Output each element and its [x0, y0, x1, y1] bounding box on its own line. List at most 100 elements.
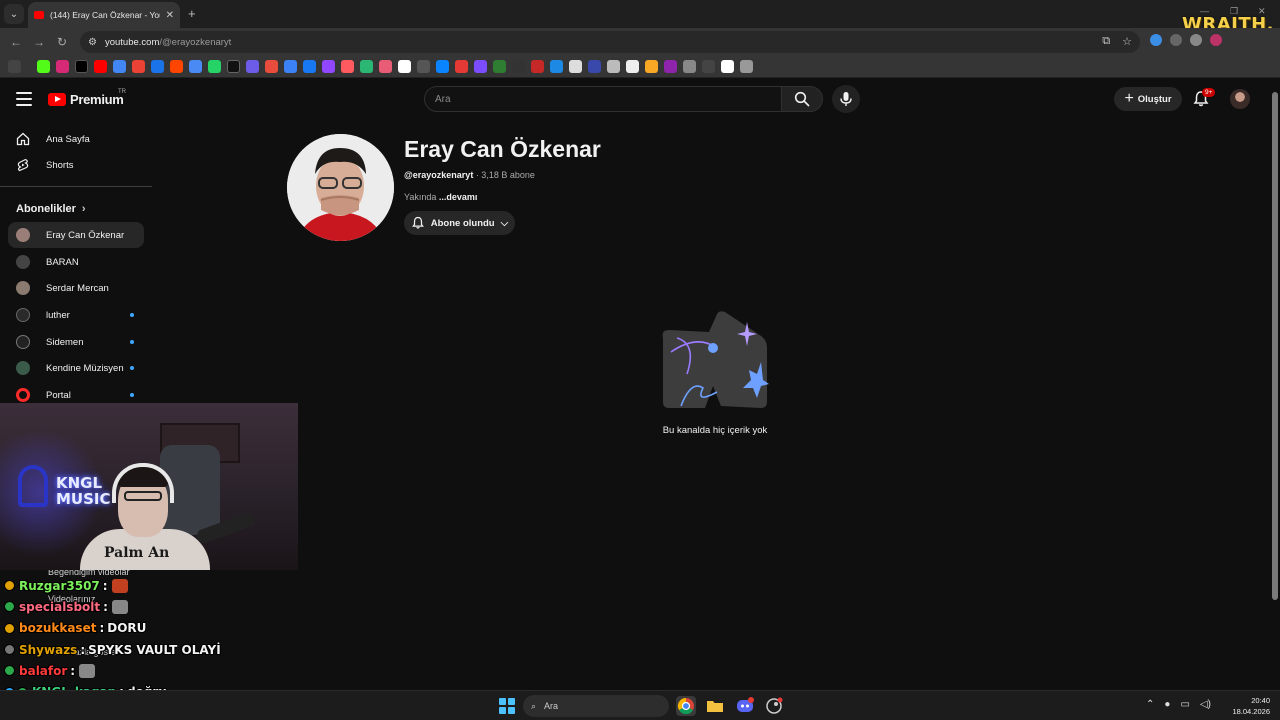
search-icon: ⌕	[531, 700, 537, 711]
bookmark-icon[interactable]	[702, 60, 715, 73]
network-icon[interactable]: ▭	[1180, 699, 1189, 710]
webcam-overlay: KNGL MUSIC Palm An	[0, 403, 298, 570]
bookmark-icon[interactable]	[284, 60, 297, 73]
bookmark-icon[interactable]	[740, 60, 753, 73]
extension-icon[interactable]	[1170, 34, 1182, 46]
bookmark-icon[interactable]	[721, 60, 734, 73]
guide-menu-icon[interactable]	[16, 92, 32, 106]
bookmark-icon[interactable]	[341, 60, 354, 73]
page-scrollbar[interactable]	[1270, 80, 1280, 690]
scrollbar-thumb[interactable]	[1272, 92, 1278, 600]
steam-taskbar-icon[interactable]	[764, 696, 784, 716]
bookmark-icon[interactable]	[683, 60, 696, 73]
profile-icon[interactable]	[1210, 34, 1222, 46]
bookmark-icon[interactable]	[398, 60, 411, 73]
bookmark-icon[interactable]	[436, 60, 449, 73]
chat-message: balafor:	[4, 660, 304, 681]
close-icon[interactable]: ✕	[166, 10, 174, 21]
bookmark-icon[interactable]	[379, 60, 392, 73]
bookmark-icon[interactable]	[588, 60, 601, 73]
x-bookmark-icon[interactable]	[75, 60, 88, 73]
voice-search-button[interactable]	[832, 85, 860, 113]
microphone-icon[interactable]: ●	[1164, 699, 1170, 710]
subscribed-button[interactable]: Abone olundu ⌵	[404, 211, 515, 235]
chevron-up-icon[interactable]: ⌃	[1146, 699, 1154, 710]
tab-search-button[interactable]: ⌄	[4, 4, 24, 24]
volume-icon[interactable]: ◁)	[1200, 699, 1211, 710]
reddit-bookmark-icon[interactable]	[170, 60, 183, 73]
sidebar-subscription[interactable]: BARAN	[8, 249, 144, 275]
notifications-button[interactable]: 9+	[1192, 88, 1216, 110]
new-tab-icon[interactable]: +	[188, 6, 196, 21]
apps-grid-icon[interactable]	[8, 60, 21, 73]
bookmark-icon[interactable]	[246, 60, 259, 73]
search-input[interactable]	[435, 93, 781, 105]
bookmark-icon[interactable]	[626, 60, 639, 73]
facebook-bookmark-icon[interactable]	[303, 60, 316, 73]
discord-taskbar-icon[interactable]	[735, 696, 755, 716]
install-app-icon[interactable]: ⧉	[1102, 35, 1110, 48]
kick-bookmark-icon[interactable]	[37, 60, 50, 73]
channel-handle: @erayozkenaryt	[404, 170, 474, 180]
new-content-dot	[130, 393, 134, 397]
reload-icon[interactable]: ↻	[57, 35, 67, 49]
drive-bookmark-icon[interactable]	[151, 60, 164, 73]
account-avatar[interactable]	[1230, 89, 1250, 109]
chat-separator: :	[80, 642, 86, 657]
search-button[interactable]	[781, 86, 823, 112]
extension-icon[interactable]	[1190, 34, 1202, 46]
bookmark-icon[interactable]	[417, 60, 430, 73]
search-box[interactable]	[424, 86, 782, 112]
bookmark-icon[interactable]	[493, 60, 506, 73]
chat-badge-icon	[4, 622, 15, 634]
bookmark-icon[interactable]	[360, 60, 373, 73]
browser-tab[interactable]: (144) Eray Can Özkenar - YouTube ✕	[28, 2, 180, 28]
create-button[interactable]: + Oluştur	[1114, 87, 1182, 111]
gmail-bookmark-icon[interactable]	[132, 60, 145, 73]
sidebar-item-shorts[interactable]: Shorts	[8, 152, 144, 178]
bookmark-icon[interactable]	[531, 60, 544, 73]
file-explorer-taskbar-icon[interactable]	[705, 696, 725, 716]
instagram-bookmark-icon[interactable]	[56, 60, 69, 73]
bookmark-icon[interactable]	[645, 60, 658, 73]
search-icon	[794, 91, 810, 107]
whatsapp-bookmark-icon[interactable]	[208, 60, 221, 73]
bookmark-icon[interactable]	[474, 60, 487, 73]
youtube-bookmark-icon[interactable]	[94, 60, 107, 73]
sidebar-subscription[interactable]: Eray Can Özkenar	[8, 222, 144, 248]
description-more-link[interactable]: ...devamı	[439, 192, 478, 202]
sidebar-item-home[interactable]: Ana Sayfa	[8, 126, 144, 152]
chrome-taskbar-icon[interactable]	[676, 696, 696, 716]
bookmark-star-icon[interactable]: ☆	[1122, 35, 1132, 48]
sidebar-subscription[interactable]: Kendine Müzisyen	[8, 355, 144, 381]
chat-badge-icon	[4, 644, 15, 656]
google-bookmark-icon[interactable]	[113, 60, 126, 73]
site-info-icon[interactable]: ⚙	[88, 37, 97, 48]
subscription-label: Kendine Müzisyen	[46, 362, 124, 374]
bookmark-icon[interactable]	[569, 60, 582, 73]
youtube-premium-logo[interactable]: Premium	[48, 92, 124, 107]
bookmark-icon[interactable]	[550, 60, 563, 73]
sidebar-subscription[interactable]: luther	[8, 302, 144, 328]
taskbar-search[interactable]: ⌕ Ara	[523, 695, 669, 717]
taskbar-clock[interactable]: 20:40 18.04.2026	[1226, 695, 1270, 717]
forward-icon[interactable]: →	[33, 35, 45, 49]
url-field[interactable]: ⚙ youtube.com/@erayozkenaryt ⧉ ☆	[80, 31, 1140, 53]
chat-badge-icon	[4, 601, 15, 613]
sidebar-subscription[interactable]: Serdar Mercan	[8, 275, 144, 301]
chat-separator: :	[99, 621, 105, 636]
extension-icon[interactable]	[1150, 34, 1162, 46]
windows-start-icon[interactable]	[499, 698, 515, 714]
back-icon[interactable]: ←	[10, 35, 22, 49]
sidebar-subscription[interactable]: Sidemen	[8, 329, 144, 355]
subscriptions-heading[interactable]: Abonelikler ›	[16, 203, 86, 215]
translate-bookmark-icon[interactable]	[189, 60, 202, 73]
bookmark-icon[interactable]	[512, 60, 525, 73]
channel-description[interactable]: Yakında ...devamı	[404, 192, 477, 202]
bookmark-icon[interactable]	[607, 60, 620, 73]
twitch-bookmark-icon[interactable]	[322, 60, 335, 73]
bookmark-icon[interactable]	[265, 60, 278, 73]
bookmark-icon[interactable]	[664, 60, 677, 73]
bookmark-icon[interactable]	[455, 60, 468, 73]
bookmark-icon[interactable]	[227, 60, 240, 73]
